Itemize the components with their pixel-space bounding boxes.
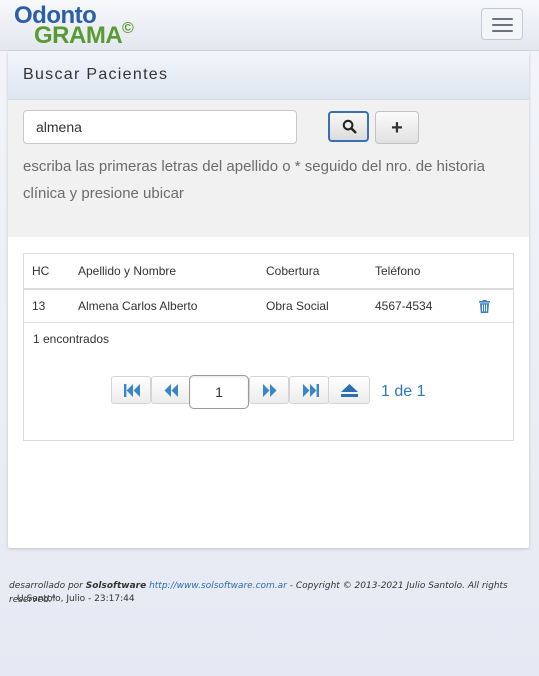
- next-page-icon: [263, 384, 277, 397]
- column-header-hc: HC: [32, 264, 50, 278]
- search-input[interactable]: [23, 110, 297, 144]
- cell-coverage: Obra Social: [266, 299, 329, 313]
- search-panel: Buscar Pacientes + escriba las primeras …: [8, 51, 529, 548]
- footer-company: Solsoftware: [85, 581, 147, 591]
- menu-toggle-button[interactable]: [481, 8, 523, 40]
- plus-icon: +: [391, 117, 403, 139]
- table-row[interactable]: 13 Almena Carlos Alberto Obra Social 456…: [24, 290, 513, 323]
- last-page-button[interactable]: [289, 376, 329, 404]
- results-count: 1 encontrados: [33, 332, 110, 346]
- logo-copyright-mark: ©: [122, 20, 134, 37]
- column-header-phone: Teléfono: [375, 264, 421, 278]
- column-header-name: Apellido y Nombre: [78, 264, 177, 278]
- search-button[interactable]: [328, 111, 369, 142]
- footer-prefix: desarrollado por: [9, 581, 86, 591]
- cell-name[interactable]: Almena Carlos Alberto: [78, 290, 197, 322]
- results-table: HC Apellido y Nombre Cobertura Teléfono …: [23, 253, 514, 441]
- last-page-icon: [303, 384, 319, 397]
- eject-icon: [341, 384, 358, 397]
- search-form: + escriba las primeras letras del apelli…: [8, 100, 529, 237]
- app-logo[interactable]: Odonto GRAMA ©: [14, 2, 144, 52]
- column-header-coverage: Cobertura: [266, 264, 320, 278]
- trash-icon[interactable]: [479, 300, 490, 313]
- hamburger-icon: [492, 18, 513, 20]
- page-count-label: 1 de 1: [381, 383, 426, 400]
- search-icon: [342, 119, 357, 134]
- logo-text-grama: GRAMA: [34, 22, 123, 49]
- first-page-button[interactable]: [111, 376, 151, 404]
- hamburger-icon-bar: [492, 30, 513, 32]
- session-user-info: U:Santolo, Julio - 23:17:44: [17, 594, 135, 604]
- cell-hc: 13: [32, 299, 46, 313]
- first-page-icon: [124, 384, 140, 397]
- top-navbar: Odonto GRAMA ©: [0, 0, 539, 52]
- next-page-button[interactable]: [249, 376, 289, 404]
- search-hint: escriba las primeras letras del apellido…: [23, 158, 485, 202]
- panel-header: Buscar Pacientes: [8, 51, 529, 100]
- footer-website-link[interactable]: http://www.solsoftware.com.ar: [149, 581, 287, 591]
- page-number-input[interactable]: [189, 375, 249, 409]
- page-title: Buscar Pacientes: [23, 66, 169, 83]
- hamburger-icon-bar: [492, 24, 513, 26]
- previous-page-icon: [164, 384, 178, 397]
- previous-page-button[interactable]: [151, 376, 191, 404]
- add-patient-button[interactable]: +: [375, 111, 419, 144]
- table-header-row: HC Apellido y Nombre Cobertura Teléfono: [24, 254, 513, 290]
- cell-phone: 4567-4534: [375, 299, 433, 313]
- eject-button[interactable]: [328, 376, 370, 404]
